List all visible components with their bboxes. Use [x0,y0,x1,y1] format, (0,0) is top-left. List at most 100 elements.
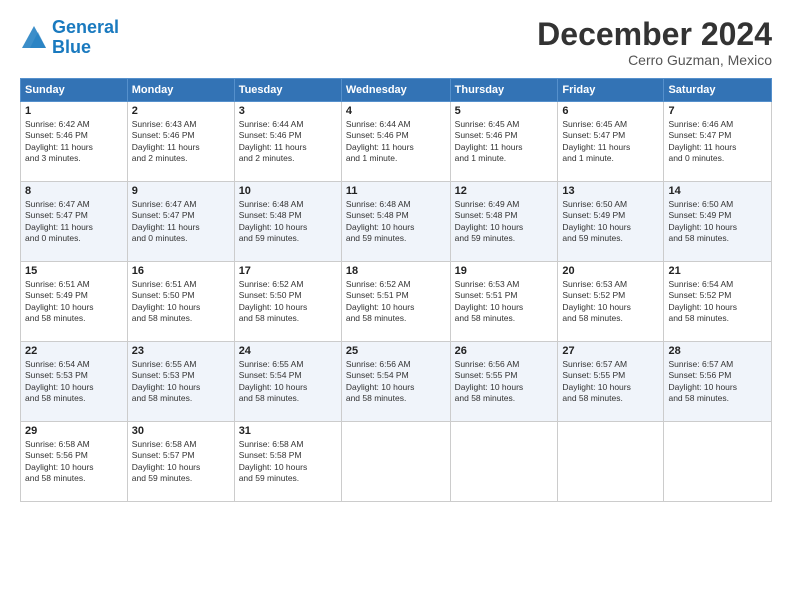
calendar-cell [558,422,664,502]
day-info: Sunrise: 6:56 AMSunset: 5:54 PMDaylight:… [346,359,446,405]
calendar-cell: 6Sunrise: 6:45 AMSunset: 5:47 PMDaylight… [558,102,664,182]
day-info: Sunrise: 6:48 AMSunset: 5:48 PMDaylight:… [239,199,337,245]
calendar-cell: 13Sunrise: 6:50 AMSunset: 5:49 PMDayligh… [558,182,664,262]
day-info: Sunrise: 6:57 AMSunset: 5:56 PMDaylight:… [668,359,767,405]
day-info: Sunrise: 6:43 AMSunset: 5:46 PMDaylight:… [132,119,230,165]
calendar-week-2: 8 Sunrise: 6:47 AMSunset: 5:47 PMDaylight… [21,182,772,262]
calendar-cell: 25 Sunrise: 6:56 AMSunset: 5:54 PMDayligh… [341,342,450,422]
day-number: 14 [668,185,767,197]
day-info: Sunrise: 6:44 AMSunset: 5:46 PMDaylight:… [239,119,337,165]
day-info: Sunrise: 6:53 AMSunset: 5:52 PMDaylight:… [562,279,659,325]
day-info: Sunrise: 6:54 AMSunset: 5:53 PMDaylight:… [25,359,123,405]
calendar-cell: 14 Sunrise: 6:50 AMSunset: 5:49 PMDayligh… [664,182,772,262]
calendar-cell: 11Sunrise: 6:48 AMSunset: 5:48 PMDayligh… [341,182,450,262]
day-number: 19 [455,265,554,277]
calendar-cell: 26 Sunrise: 6:56 AMSunset: 5:55 PMDayligh… [450,342,558,422]
day-info: Sunrise: 6:51 AMSunset: 5:49 PMDaylight:… [25,279,123,325]
calendar-cell: 9 Sunrise: 6:47 AMSunset: 5:47 PMDaylight… [127,182,234,262]
calendar-cell: 18Sunrise: 6:52 AMSunset: 5:51 PMDayligh… [341,262,450,342]
day-info: Sunrise: 6:55 AMSunset: 5:53 PMDaylight:… [132,359,230,405]
calendar-cell: 19 Sunrise: 6:53 AMSunset: 5:51 PMDayligh… [450,262,558,342]
calendar-cell: 21Sunrise: 6:54 AMSunset: 5:52 PMDayligh… [664,262,772,342]
calendar-week-4: 22Sunrise: 6:54 AMSunset: 5:53 PMDayligh… [21,342,772,422]
logo: General Blue [20,18,119,58]
calendar-week-5: 29Sunrise: 6:58 AMSunset: 5:56 PMDayligh… [21,422,772,502]
day-number: 24 [239,345,337,357]
day-number: 7 [668,105,767,117]
day-header-thursday: Thursday [450,79,558,102]
day-number: 5 [455,105,554,117]
day-info: Sunrise: 6:52 AMSunset: 5:50 PMDaylight:… [239,279,337,325]
calendar-cell: 7 Sunrise: 6:46 AMSunset: 5:47 PMDaylight… [664,102,772,182]
day-number: 8 [25,185,123,197]
day-info: Sunrise: 6:53 AMSunset: 5:51 PMDaylight:… [455,279,554,325]
day-info: Sunrise: 6:58 AMSunset: 5:57 PMDaylight:… [132,439,230,485]
calendar-cell: 3 Sunrise: 6:44 AMSunset: 5:46 PMDaylight… [234,102,341,182]
day-info: Sunrise: 6:51 AMSunset: 5:50 PMDaylight:… [132,279,230,325]
day-number: 12 [455,185,554,197]
day-number: 18 [346,265,446,277]
day-header-sunday: Sunday [21,79,128,102]
day-info: Sunrise: 6:56 AMSunset: 5:55 PMDaylight:… [455,359,554,405]
day-number: 1 [25,105,123,117]
calendar-cell: 1 Sunrise: 6:42 AMSunset: 5:46 PMDaylight… [21,102,128,182]
day-info: Sunrise: 6:50 AMSunset: 5:49 PMDaylight:… [562,199,659,245]
day-header-friday: Friday [558,79,664,102]
header: General Blue December 2024 Cerro Guzman,… [20,18,772,68]
calendar-cell: 22Sunrise: 6:54 AMSunset: 5:53 PMDayligh… [21,342,128,422]
calendar-cell: 23 Sunrise: 6:55 AMSunset: 5:53 PMDayligh… [127,342,234,422]
day-info: Sunrise: 6:47 AMSunset: 5:47 PMDaylight:… [25,199,123,245]
calendar-cell: 20 Sunrise: 6:53 AMSunset: 5:52 PMDayligh… [558,262,664,342]
day-info: Sunrise: 6:47 AMSunset: 5:47 PMDaylight:… [132,199,230,245]
day-info: Sunrise: 6:49 AMSunset: 5:48 PMDaylight:… [455,199,554,245]
day-info: Sunrise: 6:48 AMSunset: 5:48 PMDaylight:… [346,199,446,245]
calendar-cell: 16 Sunrise: 6:51 AMSunset: 5:50 PMDayligh… [127,262,234,342]
calendar-cell: 31 Sunrise: 6:58 AMSunset: 5:58 PMDayligh… [234,422,341,502]
day-number: 17 [239,265,337,277]
day-number: 9 [132,185,230,197]
calendar-cell [664,422,772,502]
day-info: Sunrise: 6:46 AMSunset: 5:47 PMDaylight:… [668,119,767,165]
subtitle: Cerro Guzman, Mexico [537,52,772,68]
day-number: 2 [132,105,230,117]
day-info: Sunrise: 6:57 AMSunset: 5:55 PMDaylight:… [562,359,659,405]
logo-line1: General [52,17,119,37]
day-number: 3 [239,105,337,117]
day-info: Sunrise: 6:42 AMSunset: 5:46 PMDaylight:… [25,119,123,165]
day-number: 6 [562,105,659,117]
calendar-week-3: 15 Sunrise: 6:51 AMSunset: 5:49 PMDayligh… [21,262,772,342]
day-header-tuesday: Tuesday [234,79,341,102]
day-info: Sunrise: 6:58 AMSunset: 5:58 PMDaylight:… [239,439,337,485]
day-number: 15 [25,265,123,277]
day-number: 27 [562,345,659,357]
calendar-cell: 2 Sunrise: 6:43 AMSunset: 5:46 PMDaylight… [127,102,234,182]
calendar-week-1: 1 Sunrise: 6:42 AMSunset: 5:46 PMDaylight… [21,102,772,182]
calendar-cell: 4Sunrise: 6:44 AMSunset: 5:46 PMDaylight… [341,102,450,182]
day-number: 20 [562,265,659,277]
day-number: 28 [668,345,767,357]
calendar-cell: 24Sunrise: 6:55 AMSunset: 5:54 PMDayligh… [234,342,341,422]
calendar-cell: 27 Sunrise: 6:57 AMSunset: 5:55 PMDayligh… [558,342,664,422]
day-number: 10 [239,185,337,197]
calendar-cell: 5 Sunrise: 6:45 AMSunset: 5:46 PMDaylight… [450,102,558,182]
day-number: 25 [346,345,446,357]
page: General Blue December 2024 Cerro Guzman,… [0,0,792,612]
calendar-cell: 8 Sunrise: 6:47 AMSunset: 5:47 PMDaylight… [21,182,128,262]
calendar-cell: 29Sunrise: 6:58 AMSunset: 5:56 PMDayligh… [21,422,128,502]
day-number: 26 [455,345,554,357]
day-header-monday: Monday [127,79,234,102]
calendar-cell: 30 Sunrise: 6:58 AMSunset: 5:57 PMDayligh… [127,422,234,502]
day-number: 16 [132,265,230,277]
calendar-cell: 17 Sunrise: 6:52 AMSunset: 5:50 PMDayligh… [234,262,341,342]
day-info: Sunrise: 6:45 AMSunset: 5:46 PMDaylight:… [455,119,554,165]
header-row: SundayMondayTuesdayWednesdayThursdayFrid… [21,79,772,102]
calendar: SundayMondayTuesdayWednesdayThursdayFrid… [20,78,772,502]
day-number: 4 [346,105,446,117]
day-number: 23 [132,345,230,357]
day-number: 31 [239,425,337,437]
logo-icon [20,24,48,52]
calendar-cell [341,422,450,502]
day-info: Sunrise: 6:54 AMSunset: 5:52 PMDaylight:… [668,279,767,325]
day-info: Sunrise: 6:50 AMSunset: 5:49 PMDaylight:… [668,199,767,245]
day-number: 30 [132,425,230,437]
